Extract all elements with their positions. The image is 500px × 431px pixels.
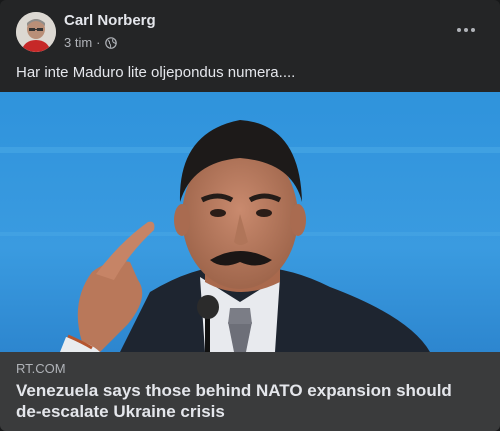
feed-post: Carl Norberg 3 tim · Har inte Maduro lit… <box>0 0 500 431</box>
link-preview-image[interactable] <box>0 92 500 352</box>
avatar-photo <box>16 12 56 52</box>
author-avatar[interactable] <box>16 12 56 52</box>
more-dots-icon <box>457 28 475 32</box>
post-timestamp[interactable]: 3 tim <box>64 35 92 50</box>
post-text: Har inte Maduro lite oljepondus numera..… <box>16 64 296 81</box>
post-meta: 3 tim · <box>64 35 117 50</box>
meta-separator: · <box>96 35 101 50</box>
globe-icon <box>104 36 117 49</box>
post-header: Carl Norberg 3 tim · <box>0 0 500 60</box>
link-title[interactable]: Venezuela says those behind NATO expansi… <box>16 380 476 422</box>
link-photo <box>0 92 500 352</box>
more-options-button[interactable] <box>448 20 484 40</box>
link-domain: RT.COM <box>16 361 66 376</box>
author-name[interactable]: Carl Norberg <box>64 12 156 29</box>
link-preview-footer[interactable]: RT.COM Venezuela says those behind NATO … <box>0 352 500 431</box>
